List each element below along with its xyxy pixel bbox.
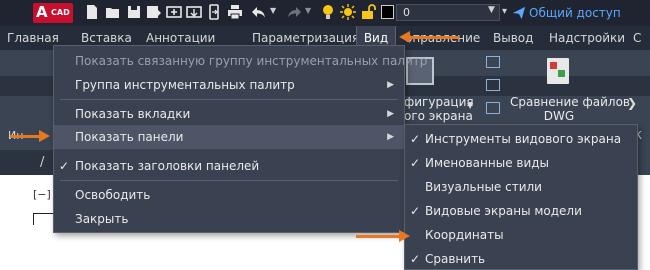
- tab-collaborate[interactable]: С: [633, 26, 641, 50]
- menu-item-show-related-palette-group: Показать связанную группу инструментальн…: [54, 49, 427, 73]
- submenu-arrow-icon: ▶: [387, 80, 394, 90]
- submenu-item-named-views[interactable]: ✓ Именованные виды: [405, 151, 637, 175]
- new-file-icon[interactable]: [84, 4, 100, 20]
- undo-icon[interactable]: [251, 4, 267, 20]
- named-viewports-icon[interactable]: [486, 56, 500, 68]
- submenu-arrow-icon: ▶: [387, 132, 394, 142]
- open-web-icon[interactable]: [166, 4, 182, 20]
- tab-output[interactable]: Вывод: [493, 26, 533, 50]
- submenu-arrow-icon: ▶: [387, 109, 394, 119]
- viewport-config-chevron-icon[interactable]: ▼: [467, 101, 473, 110]
- submenu-item-viewport-tools[interactable]: ✓ Инструменты видового экрана: [405, 127, 637, 151]
- app-logo[interactable]: A CAD: [33, 3, 73, 23]
- callout-arrow-coordinates: [356, 230, 410, 242]
- submenu-item-label: Именованные виды: [425, 156, 550, 170]
- submenu-item-label: Сравнить: [425, 252, 486, 266]
- restore-viewports-icon[interactable]: [486, 102, 500, 114]
- ucs-icon: [33, 213, 55, 225]
- file-tab-slash: /: [40, 155, 45, 170]
- logo-letter: A: [36, 3, 48, 21]
- save-web-icon[interactable]: [186, 4, 202, 20]
- lightbulb-icon[interactable]: [320, 4, 336, 20]
- submenu-item-label: Инструменты видового экрана: [425, 132, 622, 146]
- menu-item-label: Закрыть: [75, 212, 129, 226]
- menu-item-label: Показать вкладки: [75, 107, 191, 121]
- tab-addins[interactable]: Надстройки: [549, 26, 625, 50]
- checkmark-icon: ✓: [410, 156, 421, 170]
- menu-item-close[interactable]: Закрыть: [54, 207, 404, 231]
- submenu-item-coordinates[interactable]: Координаты: [405, 223, 637, 247]
- print-icon[interactable]: [227, 4, 243, 20]
- menu-separator: [60, 99, 398, 100]
- submenu-item-compare[interactable]: ✓ Сравнить: [405, 247, 637, 270]
- checkmark-icon: ✓: [410, 132, 421, 146]
- undo-dropdown-icon[interactable]: ▼: [270, 6, 276, 15]
- submenu-item-visual-styles[interactable]: Визуальные стили: [405, 175, 637, 199]
- callout-arrow-view-tab: [399, 31, 459, 43]
- redo-icon[interactable]: [286, 4, 302, 20]
- send-icon: [512, 6, 526, 20]
- menu-item-label: Показать связанную группу инструментальн…: [75, 54, 428, 68]
- viewport-control[interactable]: [−]: [33, 188, 51, 201]
- show-panels-submenu: ✓ Инструменты видового экрана ✓ Именован…: [404, 124, 638, 270]
- quick-access-customize-icon[interactable]: ▾: [502, 6, 507, 17]
- sun-icon[interactable]: [340, 4, 356, 20]
- viewport-config-label-2[interactable]: ого экрана: [404, 109, 473, 123]
- layer-dropdown[interactable]: 0: [396, 4, 500, 21]
- dwg-compare-label-1[interactable]: Сравнение файлов: [510, 95, 630, 109]
- menu-item-show-panel-titles[interactable]: ✓ Показать заголовки панелей: [54, 154, 404, 178]
- submenu-item-label: Координаты: [425, 228, 504, 242]
- redo-dropdown-icon[interactable]: ▼: [305, 6, 311, 15]
- checkmark-icon: ✓: [410, 204, 421, 218]
- join-viewports-icon[interactable]: [486, 79, 500, 91]
- file-tab-strip: [0, 150, 54, 175]
- unlock-icon[interactable]: [360, 4, 376, 20]
- menu-item-tool-palette-group[interactable]: Группа инструментальных палитр ▶: [54, 73, 404, 97]
- title-bar: A CAD ▼ ▼ 0 ▼ ▾ Общий доступ: [0, 0, 650, 26]
- menu-separator: [60, 180, 398, 181]
- save-icon[interactable]: [126, 4, 142, 20]
- layer-dropdown-chevron-icon[interactable]: ▼: [488, 5, 495, 15]
- menu-item-show-panels[interactable]: Показать панели ▶: [54, 125, 404, 149]
- menu-item-label: Освободить: [75, 188, 151, 202]
- layer-value: 0: [403, 6, 410, 19]
- menu-item-label: Показать панели: [75, 130, 184, 144]
- submenu-item-model-viewports[interactable]: ✓ Видовые экраны модели: [405, 199, 637, 223]
- menu-item-show-tabs[interactable]: Показать вкладки ▶: [54, 102, 404, 126]
- layer-color-swatch[interactable]: [381, 5, 394, 19]
- menu-item-label: Показать заголовки панелей: [75, 159, 260, 173]
- share-label: Общий доступ: [529, 6, 621, 20]
- ribbon-context-menu: Показать связанную группу инструментальн…: [53, 45, 427, 233]
- submenu-item-label: Визуальные стили: [425, 180, 542, 194]
- menu-item-undock[interactable]: Освободить: [54, 183, 404, 207]
- callout-arrow-show-panels: [10, 130, 50, 142]
- tab-home[interactable]: Главная: [7, 26, 59, 50]
- viewport-config-label-1[interactable]: фигурация: [404, 95, 474, 109]
- checkmark-icon: ✓: [410, 252, 421, 266]
- ribbon-scroll-right-icon[interactable]: ❯: [627, 96, 637, 110]
- save-as-icon[interactable]: [146, 4, 162, 20]
- share-mobile-icon[interactable]: [206, 4, 222, 20]
- dwg-compare-label-2[interactable]: DWG: [510, 109, 608, 123]
- menu-item-label: Группа инструментальных палитр: [75, 78, 295, 92]
- logo-text: CAD: [51, 8, 70, 17]
- dwg-compare-icon[interactable]: [547, 58, 569, 84]
- submenu-item-label: Видовые экраны модели: [425, 204, 582, 218]
- open-folder-icon[interactable]: [105, 4, 121, 20]
- checkmark-icon: ✓: [59, 159, 70, 173]
